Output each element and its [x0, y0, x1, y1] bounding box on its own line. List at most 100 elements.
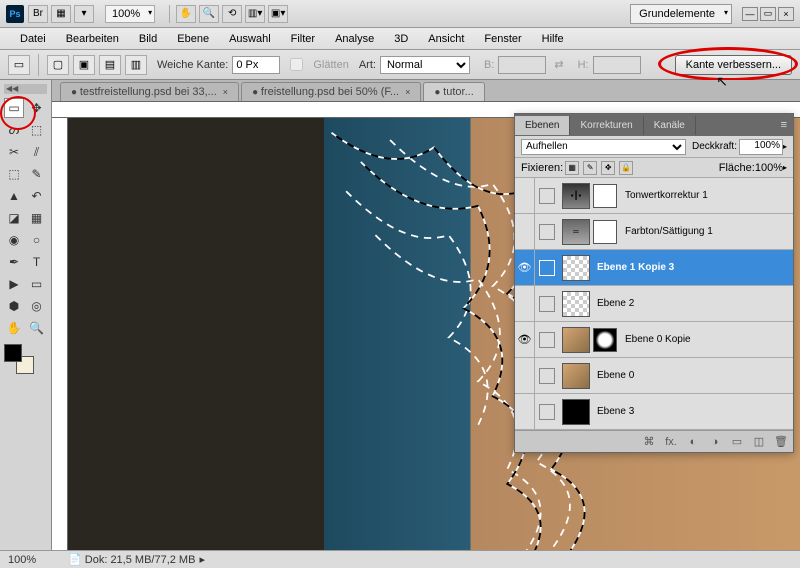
tool-preset-icon[interactable]: ▭ — [8, 55, 30, 75]
visibility-toggle[interactable]: 👁 — [515, 250, 535, 286]
menu-3d[interactable]: 3D — [384, 30, 418, 48]
layer-thumb[interactable] — [562, 363, 590, 389]
layer-thumb[interactable]: ▪┃▪ — [562, 183, 590, 209]
close-icon[interactable]: × — [223, 87, 228, 97]
healing-tool[interactable]: ⬚ — [4, 164, 24, 184]
lock-transparent-icon[interactable]: ▦ — [565, 161, 579, 175]
crop-tool[interactable]: ✂ — [4, 142, 24, 162]
restore-button[interactable]: ▭ — [760, 7, 776, 21]
menu-ansicht[interactable]: Ansicht — [418, 30, 474, 48]
3d-tool[interactable]: ⬢ — [4, 296, 24, 316]
workspace-dropdown[interactable]: Grundelemente — [630, 4, 732, 24]
foreground-color[interactable] — [4, 344, 22, 362]
visibility-toggle[interactable] — [515, 214, 535, 250]
lock-all-icon[interactable]: 🔒 — [619, 161, 633, 175]
layer-mask[interactable] — [593, 220, 617, 244]
visibility-toggle[interactable] — [515, 286, 535, 322]
tab-korrekturen[interactable]: Korrekturen — [570, 116, 643, 135]
layer-name[interactable]: Tonwertkorrektur 1 — [621, 190, 793, 201]
adjustment-icon[interactable]: ◑ — [707, 436, 723, 448]
lock-position-icon[interactable]: ✥ — [601, 161, 615, 175]
menu-hilfe[interactable]: Hilfe — [532, 30, 574, 48]
layer-thumb[interactable] — [562, 327, 590, 353]
layer-row[interactable]: ═Farbton/Sättigung 1 — [515, 214, 793, 250]
rotate-view-shortcut[interactable]: ⟲ — [222, 5, 242, 23]
layer-row[interactable]: Ebene 3 — [515, 394, 793, 430]
bridge-button[interactable]: Br — [28, 5, 48, 23]
history-brush-tool[interactable]: ↶ — [27, 186, 47, 206]
path-select-tool[interactable]: ▶ — [4, 274, 24, 294]
opacity-value[interactable]: 100% — [739, 139, 783, 155]
stamp-tool[interactable]: ▲ — [4, 186, 24, 206]
close-button[interactable]: × — [778, 7, 794, 21]
layer-mask[interactable] — [593, 328, 617, 352]
minimize-button[interactable]: — — [742, 7, 758, 21]
arrange-docs-button[interactable]: ▥▾ — [245, 5, 265, 23]
menu-fenster[interactable]: Fenster — [474, 30, 531, 48]
selection-new-icon[interactable]: ▢ — [47, 55, 69, 75]
layer-row[interactable]: 👁 Ebene 1 Kopie 3 — [515, 250, 793, 286]
link-layers-icon[interactable]: ⌘ — [641, 435, 657, 448]
menu-filter[interactable]: Filter — [281, 30, 325, 48]
dodge-tool[interactable]: ○ — [27, 230, 47, 250]
refine-edge-button[interactable]: Kante verbessern... — [675, 55, 792, 75]
menu-analyse[interactable]: Analyse — [325, 30, 384, 48]
color-swatches[interactable] — [4, 344, 34, 374]
zoom-dropdown[interactable]: 100% — [105, 5, 155, 23]
mask-icon[interactable]: ◐ — [685, 436, 701, 448]
menu-bild[interactable]: Bild — [129, 30, 167, 48]
hand-tool-shortcut[interactable]: ✋ — [176, 5, 196, 23]
fx-icon[interactable]: fx. — [663, 436, 679, 448]
close-icon[interactable]: × — [405, 87, 410, 97]
collapse-icon[interactable]: ◀◀ — [4, 84, 47, 94]
layer-mask[interactable] — [593, 184, 617, 208]
tab-ebenen[interactable]: Ebenen — [515, 116, 570, 135]
layer-thumb[interactable] — [562, 291, 590, 317]
quick-select-tool[interactable]: ⬚ — [27, 120, 47, 140]
layer-thumb[interactable]: ═ — [562, 219, 590, 245]
pen-tool[interactable]: ✒ — [4, 252, 24, 272]
menu-datei[interactable]: Datei — [10, 30, 56, 48]
visibility-toggle[interactable] — [515, 358, 535, 394]
view-extras-button[interactable]: ▾ — [74, 5, 94, 23]
zoom-tool[interactable]: 🔍 — [27, 318, 47, 338]
layer-row[interactable]: 👁 Ebene 0 Kopie — [515, 322, 793, 358]
layer-thumb[interactable] — [562, 399, 590, 425]
marquee-tool[interactable]: ▭ — [4, 98, 24, 118]
brush-tool[interactable]: ✎ — [27, 164, 47, 184]
status-doc-info[interactable]: 📄 Dok: 21,5 MB/77,2 MB — [68, 553, 195, 566]
menu-ebene[interactable]: Ebene — [167, 30, 219, 48]
hand-tool[interactable]: ✋ — [4, 318, 24, 338]
mode-select[interactable]: Normal — [380, 56, 470, 74]
selection-intersect-icon[interactable]: ▥ — [125, 55, 147, 75]
visibility-toggle[interactable] — [515, 394, 535, 430]
new-layer-icon[interactable]: ◫ — [751, 435, 767, 448]
selection-subtract-icon[interactable]: ▤ — [99, 55, 121, 75]
layer-thumb[interactable] — [562, 255, 590, 281]
blur-tool[interactable]: ◉ — [4, 230, 24, 250]
feather-input[interactable] — [232, 56, 280, 74]
doc-tab-0[interactable]: ● testfreistellung.psd bei 33,...× — [60, 82, 239, 101]
layer-row[interactable]: Ebene 2 — [515, 286, 793, 322]
blend-mode-select[interactable]: Aufhellen — [521, 139, 686, 155]
menu-bearbeiten[interactable]: Bearbeiten — [56, 30, 129, 48]
layer-name[interactable]: Ebene 3 — [593, 406, 793, 417]
tab-kanaele[interactable]: Kanäle — [644, 116, 696, 135]
zoom-tool-shortcut[interactable]: 🔍 — [199, 5, 219, 23]
3d-camera-tool[interactable]: ◎ — [27, 296, 47, 316]
status-zoom[interactable]: 100% — [8, 554, 68, 566]
eyedropper-tool[interactable]: ⫽ — [27, 142, 47, 162]
panel-menu-icon[interactable]: ≡ — [775, 119, 793, 131]
visibility-toggle[interactable] — [515, 178, 535, 214]
layer-name[interactable]: Ebene 0 Kopie — [621, 334, 793, 345]
layer-name[interactable]: Ebene 2 — [593, 298, 793, 309]
shape-tool[interactable]: ▭ — [27, 274, 47, 294]
layer-name[interactable]: Ebene 0 — [593, 370, 793, 381]
visibility-toggle[interactable]: 👁 — [515, 322, 535, 358]
eraser-tool[interactable]: ◪ — [4, 208, 24, 228]
layer-name[interactable]: Ebene 1 Kopie 3 — [593, 262, 793, 273]
delete-icon[interactable]: 🗑 — [773, 435, 789, 448]
mini-bridge-button[interactable]: ▦ — [51, 5, 71, 23]
type-tool[interactable]: T — [27, 252, 47, 272]
menu-auswahl[interactable]: Auswahl — [219, 30, 281, 48]
